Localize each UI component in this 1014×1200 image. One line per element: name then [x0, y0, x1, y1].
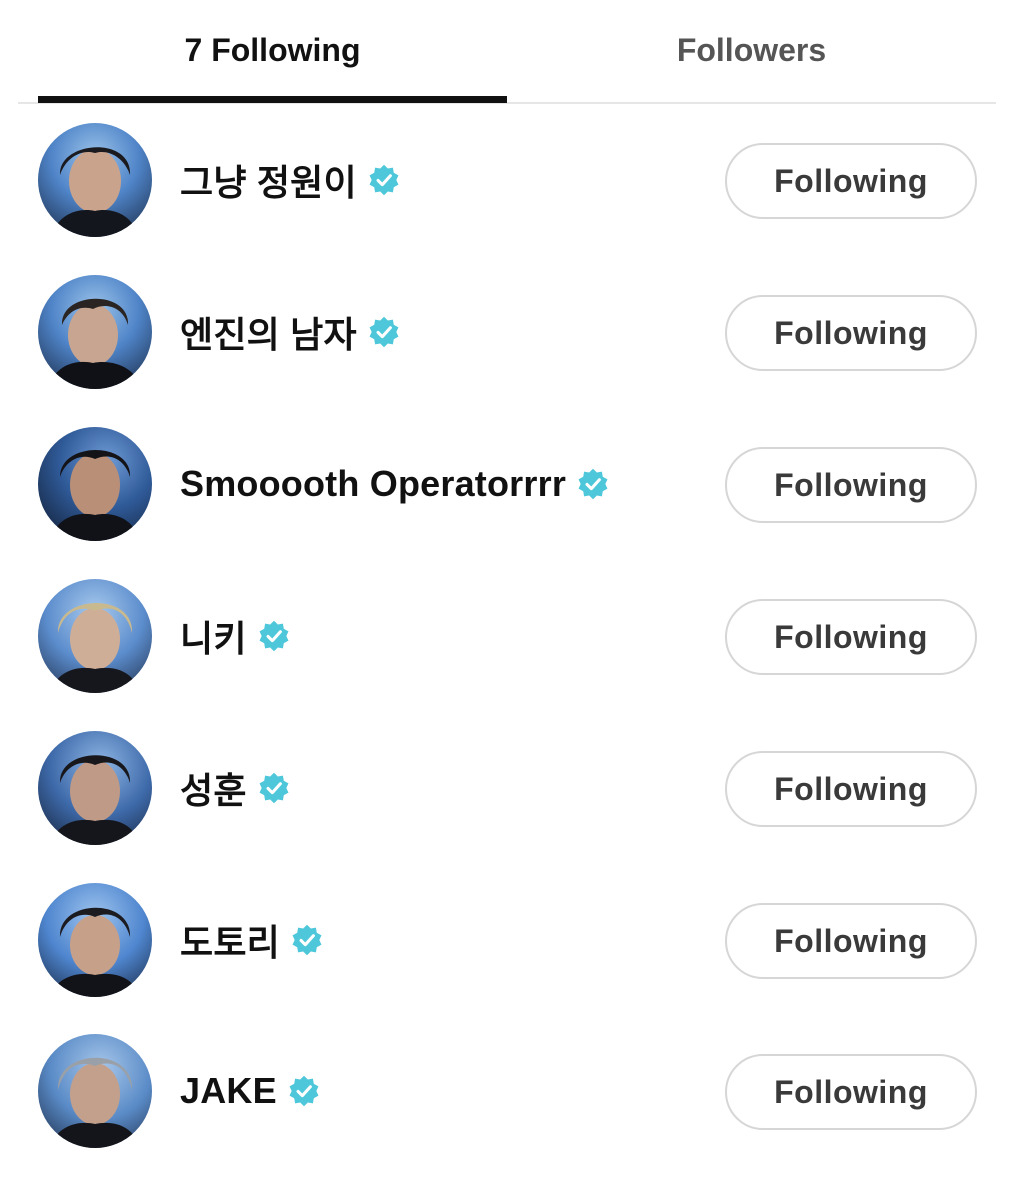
avatar[interactable] — [38, 731, 152, 845]
list-item[interactable]: 니키 Following — [0, 579, 1014, 731]
username-group: 도토리 — [180, 883, 324, 997]
avatar-portrait-icon — [50, 602, 140, 693]
following-button[interactable]: Following — [725, 751, 977, 827]
verified-badge-icon — [292, 924, 322, 956]
username-group: 성훈 — [180, 731, 291, 845]
verified-badge-icon — [259, 772, 289, 804]
avatar[interactable] — [38, 427, 152, 541]
following-button[interactable]: Following — [725, 295, 977, 371]
avatar-portrait-icon — [52, 147, 138, 237]
following-button[interactable]: Following — [725, 1054, 977, 1130]
verified-badge-icon — [369, 316, 399, 348]
list-item[interactable]: 엔진의 남자 Following — [0, 275, 1014, 427]
username-group: 니키 — [180, 579, 291, 693]
following-button[interactable]: Following — [725, 599, 977, 675]
username[interactable]: Smooooth Operatorrrr — [180, 463, 566, 505]
list-item[interactable]: 도토리 Following — [0, 883, 1014, 1035]
avatar[interactable] — [38, 579, 152, 693]
avatar-portrait-icon — [48, 298, 142, 389]
list-item[interactable]: 그냥 정원이 Following — [0, 123, 1014, 275]
following-button[interactable]: Following — [725, 903, 977, 979]
tab-bar: 7 Following Followers — [18, 0, 996, 104]
username-group: 엔진의 남자 — [180, 275, 401, 389]
avatar-portrait-icon — [50, 1057, 140, 1148]
verified-badge-icon — [289, 1075, 319, 1107]
avatar[interactable] — [38, 123, 152, 237]
tab-followers[interactable]: Followers — [507, 0, 996, 104]
list-item[interactable]: JAKE Following — [0, 1034, 1014, 1186]
avatar[interactable] — [38, 275, 152, 389]
verified-badge-icon — [369, 164, 399, 196]
username[interactable]: 그냥 정원이 — [180, 154, 357, 206]
following-list-screen: 7 Following Followers 그냥 정원이 Following 엔… — [0, 0, 1014, 1200]
following-button[interactable]: Following — [725, 447, 977, 523]
following-button[interactable]: Following — [725, 143, 977, 219]
list-item[interactable]: 성훈 Following — [0, 731, 1014, 883]
avatar-portrait-icon — [50, 755, 140, 845]
verified-badge-icon — [578, 468, 608, 500]
active-tab-indicator — [38, 96, 507, 103]
avatar-portrait-icon — [50, 450, 140, 541]
username-group: 그냥 정원이 — [180, 123, 401, 237]
username[interactable]: 니키 — [180, 610, 247, 662]
avatar-portrait-icon — [50, 907, 140, 997]
username[interactable]: 도토리 — [180, 914, 280, 966]
username[interactable]: 엔진의 남자 — [180, 306, 357, 358]
avatar[interactable] — [38, 883, 152, 997]
tab-following-label: 7 Following — [184, 31, 361, 68]
tab-followers-label: Followers — [676, 31, 827, 68]
avatar[interactable] — [38, 1034, 152, 1148]
username-group: Smooooth Operatorrrr — [180, 427, 610, 541]
username[interactable]: 성훈 — [180, 762, 247, 814]
username-group: JAKE — [180, 1034, 321, 1148]
verified-badge-icon — [259, 620, 289, 652]
tab-following[interactable]: 7 Following — [38, 0, 507, 104]
username[interactable]: JAKE — [180, 1070, 277, 1112]
list-item[interactable]: Smooooth Operatorrrr Following — [0, 427, 1014, 579]
